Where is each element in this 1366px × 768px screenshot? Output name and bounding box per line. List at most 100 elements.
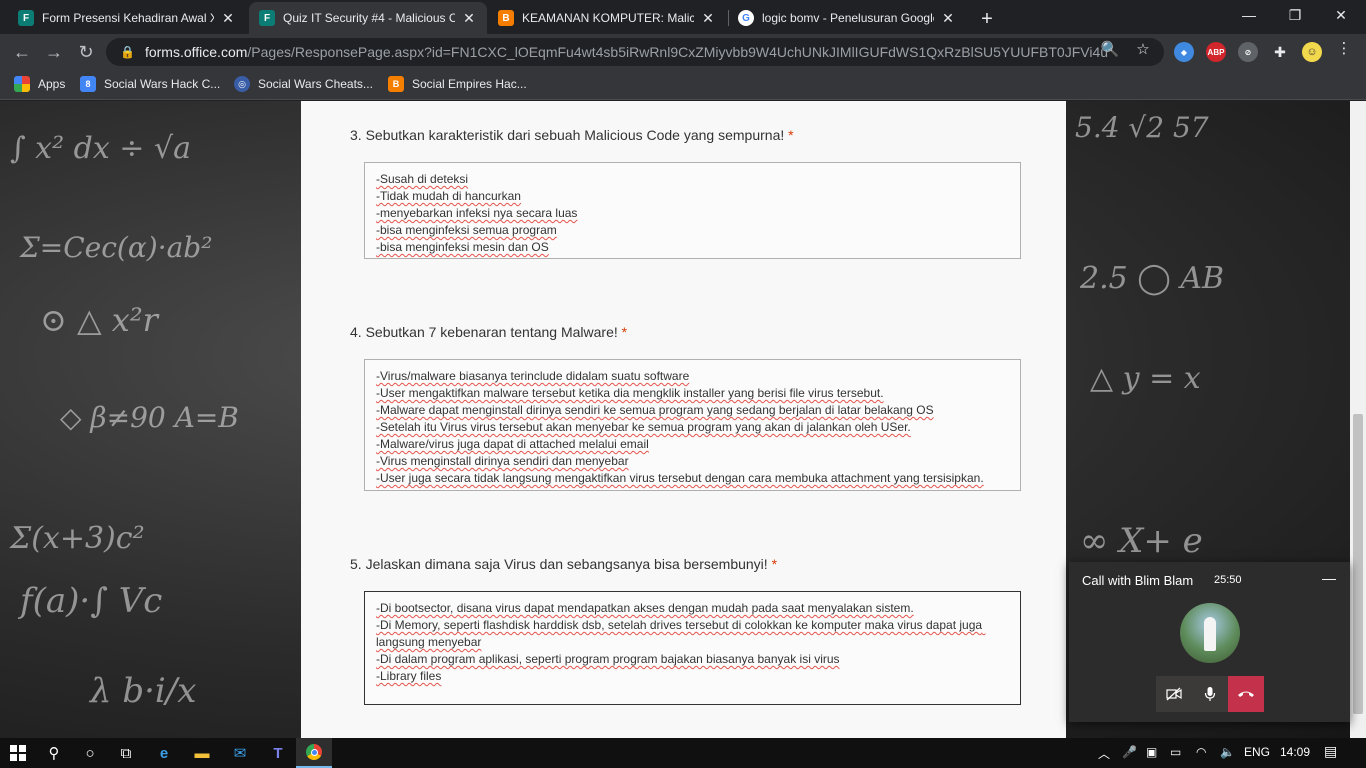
- question-4-answer-field[interactable]: -Virus/malware biasanya terinclude didal…: [364, 359, 1021, 491]
- menu-more-icon[interactable]: ⋮: [1334, 39, 1354, 57]
- tab-form-presensi[interactable]: F Form Presensi Kehadiran Awal XII ✕: [8, 2, 246, 34]
- volume-icon[interactable]: 🔈: [1220, 745, 1235, 759]
- action-center-icon[interactable]: ▤: [1324, 743, 1337, 760]
- bookmark-apps[interactable]: Apps: [14, 76, 65, 92]
- minimize-button[interactable]: —: [1226, 0, 1272, 30]
- tab-keamanan-komputer[interactable]: B KEAMANAN KOMPUTER: Malicio ✕: [488, 2, 726, 34]
- bookmark-social-wars-hack[interactable]: 8 Social Wars Hack C...: [80, 76, 220, 92]
- bookmark-label: Social Wars Hack C...: [104, 77, 221, 91]
- call-popup: Call with Blim Blam 25:50 —: [1069, 562, 1350, 722]
- minimize-call-button[interactable]: —: [1322, 570, 1336, 586]
- address-bar[interactable]: 🔒 forms.office.com/Pages/ResponsePage.as…: [106, 38, 1164, 66]
- camera-off-icon[interactable]: [1156, 676, 1192, 712]
- restore-button[interactable]: ❐: [1272, 0, 1318, 30]
- new-tab-button[interactable]: +: [974, 6, 1000, 32]
- bookmark-social-empires[interactable]: B Social Empires Hac...: [388, 76, 527, 92]
- clock[interactable]: 14:09: [1280, 745, 1310, 759]
- google-icon: G: [738, 10, 754, 26]
- answer-line: -Malware dapat menginstall dirinya sendi…: [376, 403, 934, 417]
- apps-grid-icon: [14, 76, 30, 92]
- question-number: 5.: [350, 556, 362, 572]
- tab-title: KEAMANAN KOMPUTER: Malicio: [522, 11, 694, 25]
- edge-icon[interactable]: e: [146, 738, 182, 768]
- question-5-title: 5. Jelaskan dimana saja Virus dan sebang…: [350, 556, 777, 572]
- mail-icon[interactable]: ✉: [222, 738, 258, 768]
- required-marker: *: [621, 324, 628, 340]
- call-duration: 25:50: [1214, 574, 1242, 586]
- profile-avatar-icon[interactable]: ☺: [1302, 42, 1322, 62]
- network-warning-icon[interactable]: ▣: [1146, 745, 1157, 759]
- answer-line: -User juga secara tidak langsung mengakt…: [376, 471, 984, 485]
- tab-strip: F Form Presensi Kehadiran Awal XII ✕ F Q…: [0, 0, 1366, 34]
- close-icon[interactable]: ✕: [220, 10, 236, 27]
- chrome-logo: [306, 744, 322, 760]
- answer-line: -bisa menginfeksi mesin dan OS: [376, 240, 549, 254]
- blogger-icon: B: [498, 10, 514, 26]
- tab-title: Quiz IT Security #4 - Malicious Co: [283, 11, 455, 25]
- globe-icon: ◎: [234, 76, 250, 92]
- file-explorer-icon[interactable]: ▬: [184, 738, 220, 768]
- bookmark-label: Apps: [38, 77, 66, 91]
- bookmark-label: Social Empires Hac...: [412, 77, 527, 91]
- call-controls: [1156, 676, 1264, 712]
- forward-button[interactable]: →: [40, 38, 68, 66]
- extension-drive-icon[interactable]: ◆: [1174, 42, 1194, 62]
- answer-line: -Susah di deteksi: [376, 172, 469, 186]
- answer-line: -menyebarkan infeksi nya secara luas: [376, 206, 578, 220]
- battery-icon[interactable]: ▭: [1170, 745, 1181, 759]
- close-icon[interactable]: ✕: [700, 10, 716, 27]
- scrollbar-thumb[interactable]: [1353, 414, 1363, 714]
- adblock-label: ABP: [1207, 47, 1225, 57]
- hang-up-icon[interactable]: [1228, 676, 1264, 712]
- hang-up-glyph: [1238, 691, 1254, 697]
- windows-logo-glyph: [10, 745, 26, 761]
- tab-quiz-it-security[interactable]: F Quiz IT Security #4 - Malicious Co ✕: [249, 2, 487, 34]
- wifi-icon[interactable]: ◠: [1196, 745, 1206, 759]
- forms-icon: F: [259, 10, 275, 26]
- page-scrollbar[interactable]: [1350, 101, 1366, 738]
- chalk-scribble: 2.5 ◯ AB: [1080, 261, 1225, 296]
- caller-avatar: [1180, 603, 1240, 663]
- answer-line: -Library files: [376, 669, 442, 683]
- bookmark-star-icon[interactable]: ☆: [1133, 40, 1153, 58]
- chalk-scribble: △ y = x: [1090, 361, 1201, 396]
- chalk-scribble: ∞ X+ e: [1080, 521, 1203, 561]
- tab-logic-bomv[interactable]: G logic bomv - Penelusuran Google ✕: [728, 2, 966, 34]
- zoom-icon[interactable]: 🔍: [1100, 40, 1120, 58]
- language-indicator[interactable]: ENG: [1244, 745, 1270, 759]
- question-4-title: 4. Sebutkan 7 kebenaran tentang Malware!…: [350, 324, 627, 340]
- task-view-icon[interactable]: ⧉: [108, 738, 144, 768]
- microphone-tray-icon[interactable]: 🎤: [1122, 745, 1137, 759]
- close-icon[interactable]: ✕: [461, 10, 477, 27]
- show-hidden-icons-icon[interactable]: ︿: [1098, 745, 1110, 762]
- chalk-scribble: ◇ β≠90 A=B: [60, 401, 239, 434]
- lock-icon: 🔒: [120, 45, 135, 59]
- answer-line: -Malware/virus juga dapat di attached me…: [376, 437, 649, 451]
- call-title: Call with Blim Blam: [1082, 573, 1194, 588]
- google-icon: 8: [80, 76, 96, 92]
- answer-line: -Virus menginstall dirinya sendiri dan m…: [376, 454, 629, 468]
- adblock-plus-icon[interactable]: ABP: [1206, 42, 1226, 62]
- question-3-answer-field[interactable]: -Susah di deteksi -Tidak mudah di hancur…: [364, 162, 1021, 259]
- extensions-puzzle-icon[interactable]: ✚: [1270, 42, 1290, 62]
- reload-button[interactable]: ↻: [72, 38, 100, 66]
- start-icon[interactable]: [0, 738, 36, 768]
- chalk-scribble: ∫ x² dx ÷ √a: [10, 131, 191, 166]
- chalk-scribble: Σ=Cec(α)·ab²: [20, 231, 213, 264]
- question-5-answer-field[interactable]: -Di bootsector, disana virus dapat menda…: [364, 591, 1021, 705]
- tab-title: Form Presensi Kehadiran Awal XII: [42, 11, 214, 25]
- bookmark-social-wars-cheats[interactable]: ◎ Social Wars Cheats...: [234, 76, 373, 92]
- blogger-icon: B: [388, 76, 404, 92]
- microphone-icon[interactable]: [1192, 676, 1228, 712]
- chalk-scribble: f(a)·∫ Vc: [20, 581, 163, 621]
- block-extension-icon[interactable]: ⊘: [1238, 42, 1258, 62]
- back-button[interactable]: ←: [8, 38, 36, 66]
- cortana-icon[interactable]: ○: [72, 738, 108, 768]
- close-icon[interactable]: ✕: [940, 10, 956, 27]
- chrome-icon[interactable]: [296, 738, 332, 768]
- url-host: forms.office.com: [144, 44, 248, 60]
- answer-line: -Virus/malware biasanya terinclude didal…: [376, 369, 690, 383]
- search-icon[interactable]: ⚲: [36, 738, 72, 768]
- close-window-button[interactable]: ✕: [1318, 0, 1364, 30]
- teams-icon[interactable]: T: [260, 738, 296, 768]
